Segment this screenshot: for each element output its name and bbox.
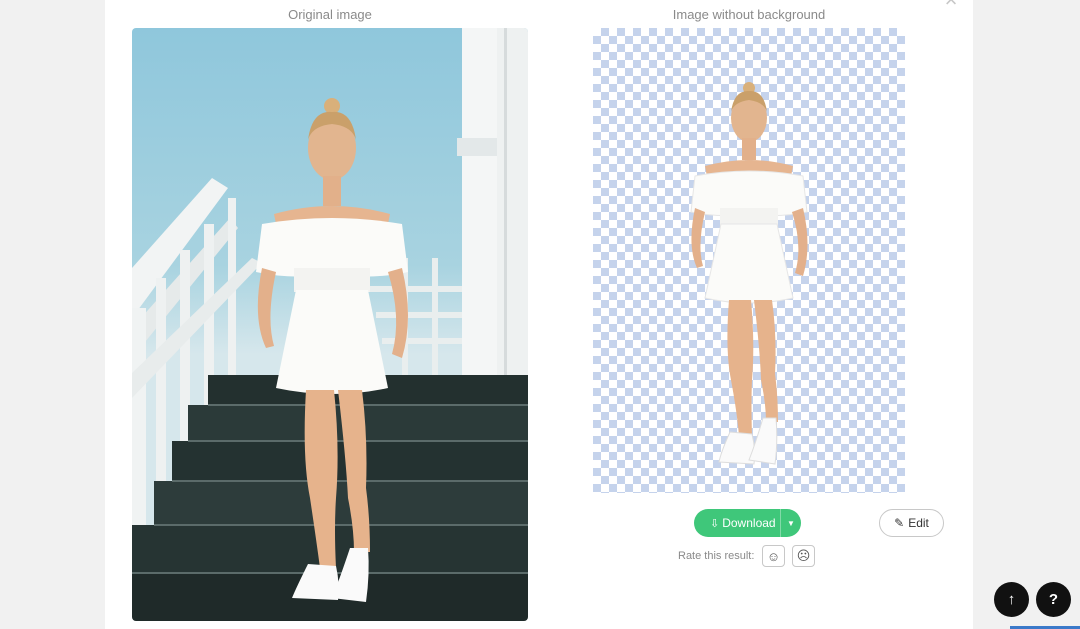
scroll-top-button[interactable]: ↑ — [994, 582, 1029, 617]
frown-icon: ☹ — [796, 548, 811, 563]
download-options-caret[interactable]: ▼ — [780, 509, 801, 537]
smile-icon: ☺ — [766, 548, 781, 564]
close-icon[interactable]: × — [942, 0, 960, 11]
edit-label: Edit — [908, 516, 929, 530]
rate-result-label: Rate this result: — [678, 550, 755, 562]
download-icon: ⇩ — [710, 517, 720, 530]
rate-good-button[interactable]: ☺ — [762, 545, 785, 567]
edit-button[interactable]: ✎ Edit — [879, 509, 944, 537]
result-image — [593, 28, 905, 493]
result-image-label: Image without background — [672, 7, 826, 22]
help-label: ? — [1048, 591, 1059, 608]
help-button[interactable]: ? — [1036, 582, 1071, 617]
original-image — [132, 28, 528, 621]
pencil-icon: ✎ — [894, 516, 905, 530]
original-image-label: Original image — [288, 7, 372, 22]
rate-bad-button[interactable]: ☹ — [792, 545, 815, 567]
download-label: Download — [722, 516, 776, 530]
download-button[interactable]: ⇩ Download ▼ — [694, 509, 801, 537]
arrow-up-icon: ↑ — [1007, 591, 1016, 608]
